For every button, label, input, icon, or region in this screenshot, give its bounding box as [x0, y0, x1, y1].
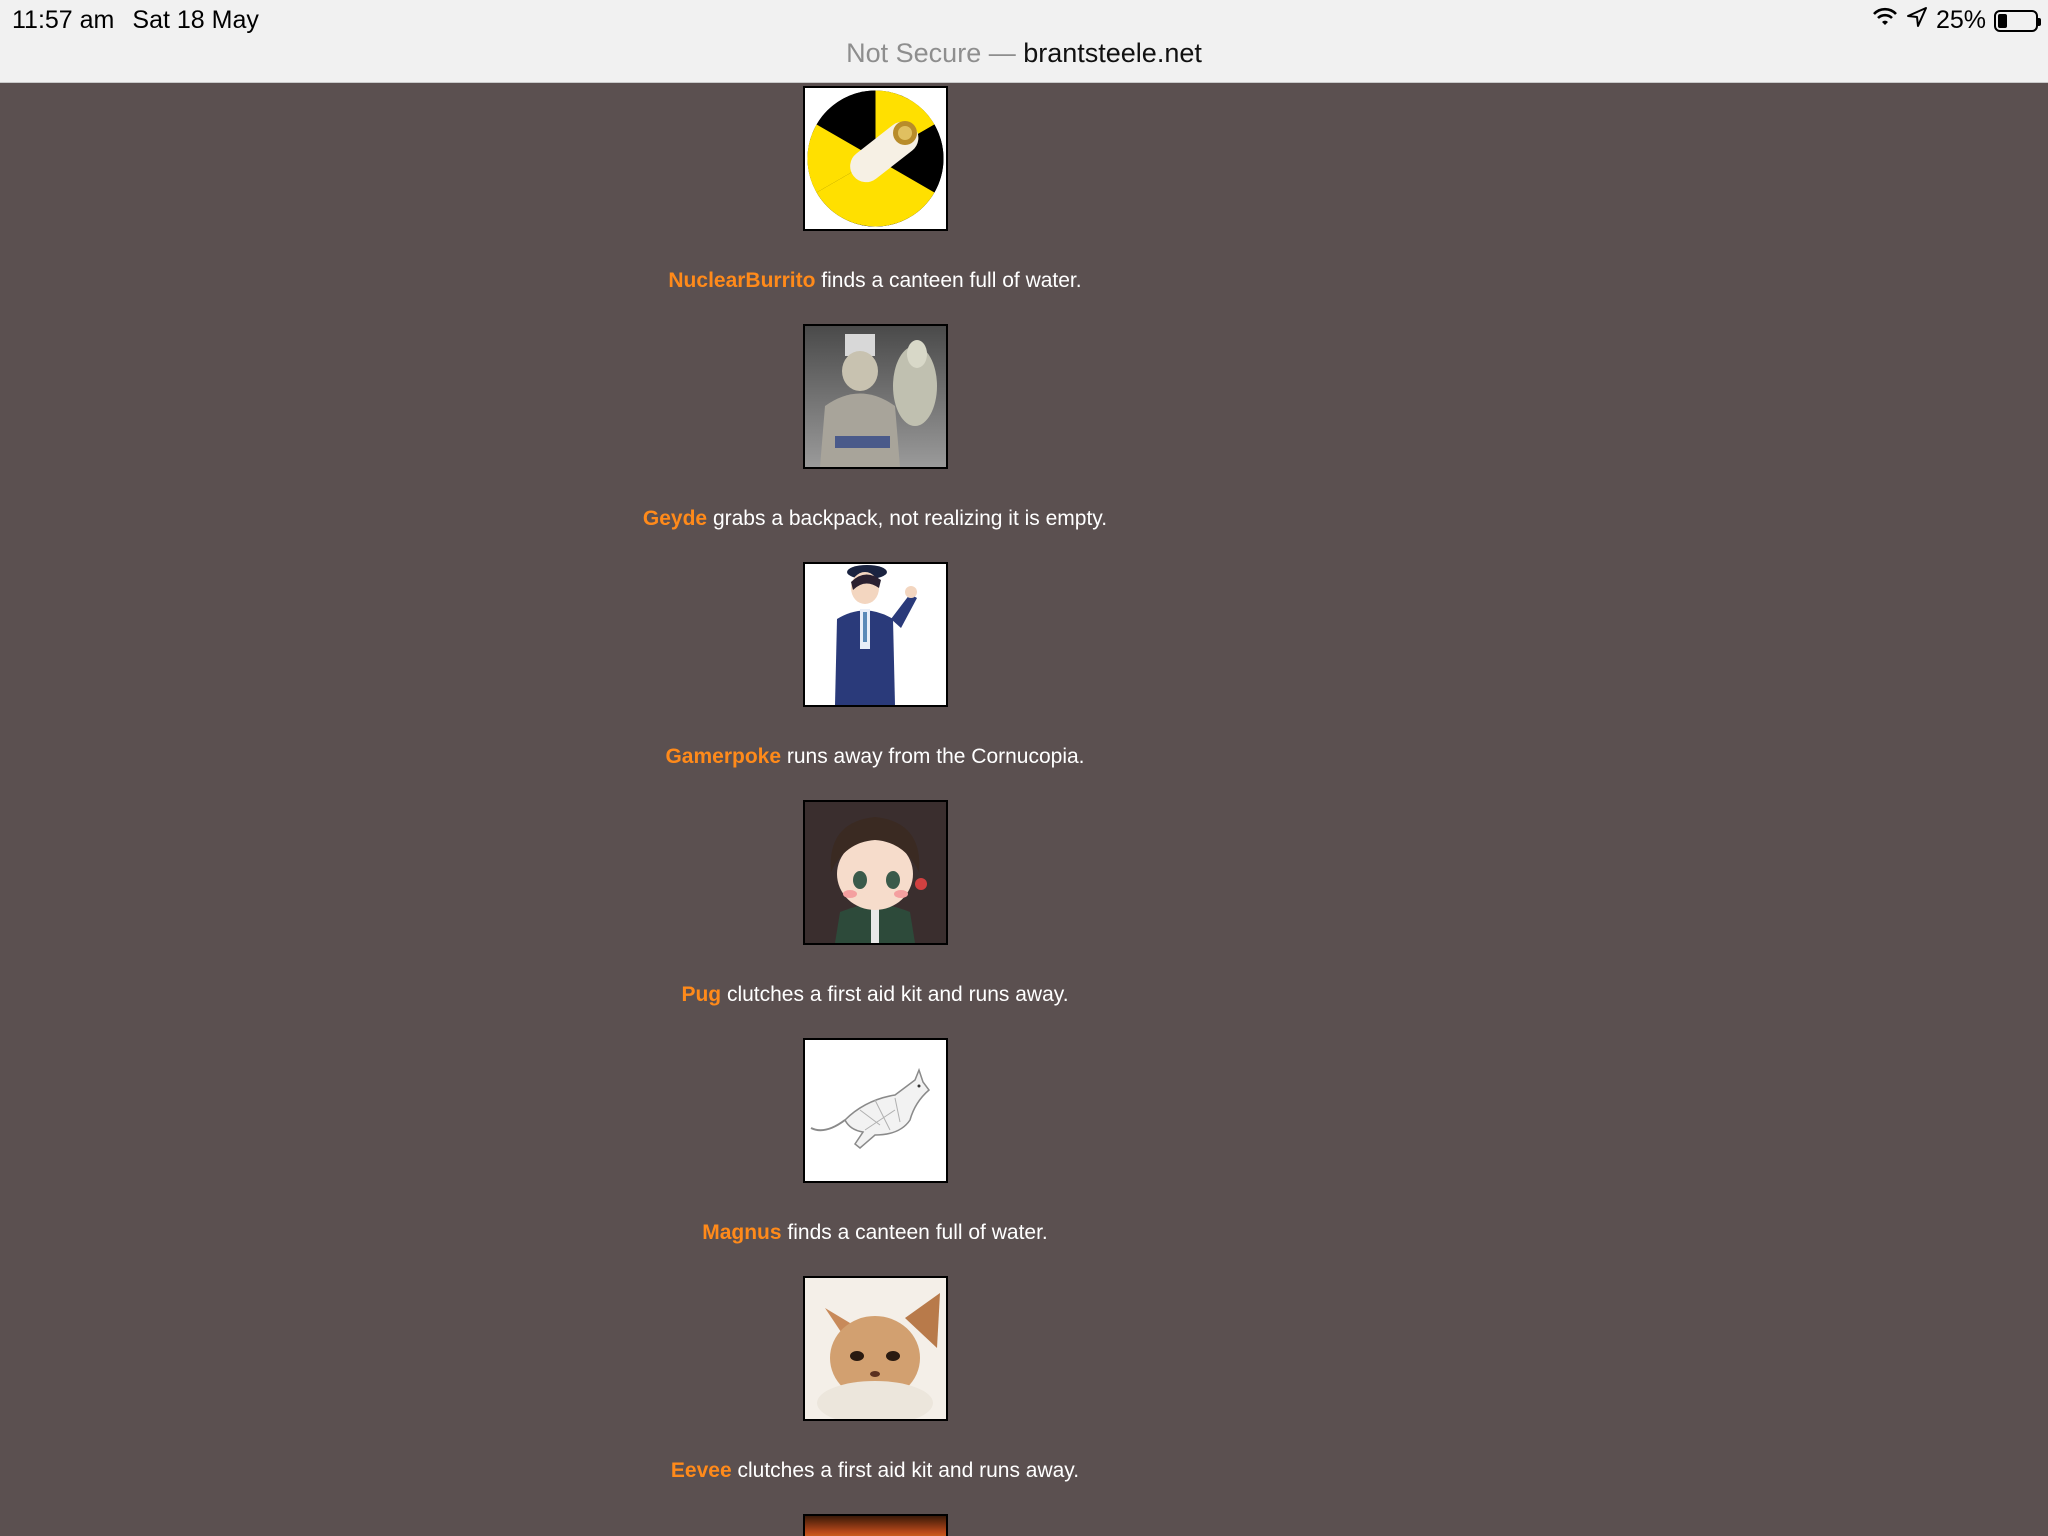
geyde-avatar [802, 324, 948, 469]
tribute-name: Pug [681, 983, 722, 1006]
battery-level-fill [1998, 13, 2007, 28]
tribute-name: Magnus [702, 1221, 782, 1244]
event-action: grabs a backpack, not realizing it is em… [712, 507, 1108, 530]
event-action: finds a canteen full of water. [787, 1221, 1048, 1244]
event-item: Gamerpoke runs away from the Cornucopia. [0, 562, 1750, 769]
status-time: 11:57 am [12, 6, 115, 34]
next-tribute-avatar [803, 1514, 948, 1536]
event-item: Magnus finds a canteen full of water. [0, 1038, 1750, 1245]
event-item: Eevee clutches a first aid kit and runs … [0, 1276, 1750, 1483]
eevee-avatar [802, 1276, 948, 1421]
tribute-name: Eevee [670, 1459, 732, 1482]
pug-avatar [802, 800, 948, 945]
event-text: NuclearBurrito finds a canteen full of w… [0, 269, 1750, 293]
battery-icon [1994, 9, 2041, 32]
status-indicators: 25% [1872, 6, 2041, 35]
event-text: Pug clutches a first aid kit and runs aw… [0, 983, 1750, 1007]
magnus-avatar [802, 1038, 948, 1183]
event-text: Magnus finds a canteen full of water. [0, 1221, 1750, 1245]
location-arrow-icon [1906, 6, 1928, 35]
page-content[interactable]: NuclearBurrito finds a canteen full of w… [0, 83, 2048, 1536]
browser-top-bar: 11:57 am Sat 18 May 25% Not Secure — bran… [0, 0, 2048, 83]
event-item: NuclearBurrito finds a canteen full of w… [0, 86, 1750, 293]
event-action: runs away from the Cornucopia. [786, 745, 1085, 768]
tribute-name: Geyde [642, 507, 708, 530]
event-item: Geyde grabs a backpack, not realizing it… [0, 324, 1750, 531]
event-action: clutches a first aid kit and runs away. [726, 983, 1069, 1006]
not-secure-label: Not Secure — [846, 38, 1016, 68]
address-bar[interactable]: Not Secure — brantsteele.net [0, 38, 2048, 69]
nuclear-burrito-avatar [802, 86, 948, 231]
tribute-name: NuclearBurrito [668, 269, 816, 292]
event-text: Gamerpoke runs away from the Cornucopia. [0, 745, 1750, 769]
event-item: Pug clutches a first aid kit and runs aw… [0, 800, 1750, 1007]
event-text: Eevee clutches a first aid kit and runs … [0, 1459, 1750, 1483]
battery-percent: 25% [1935, 6, 1986, 34]
gamerpoke-avatar [802, 562, 948, 707]
status-date: Sat 18 May [132, 6, 259, 34]
status-time-date: 11:57 am Sat 18 May [12, 6, 259, 35]
event-text: Geyde grabs a backpack, not realizing it… [0, 507, 1750, 531]
event-action: finds a canteen full of water. [821, 269, 1082, 292]
site-domain: brantsteele.net [1023, 38, 1202, 68]
tribute-name: Gamerpoke [665, 745, 782, 768]
wifi-icon [1872, 6, 1898, 35]
event-action: clutches a first aid kit and runs away. [737, 1459, 1080, 1482]
